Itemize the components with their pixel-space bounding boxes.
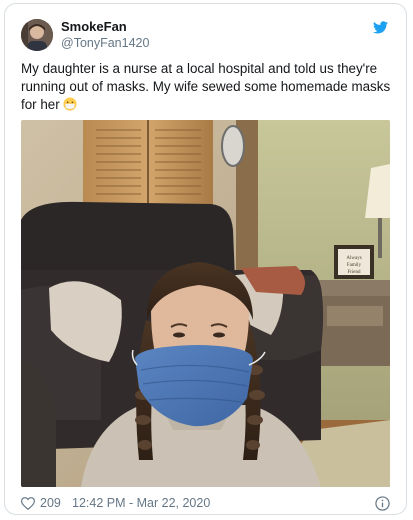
timestamp[interactable]: 12:42 PM - Mar 22, 2020 bbox=[72, 496, 210, 510]
tweet-text: My daughter is a nurse at a local hospit… bbox=[21, 60, 391, 114]
user-handle[interactable]: @TonyFan1420 bbox=[61, 36, 149, 50]
frame-text: Always bbox=[346, 256, 361, 261]
like-count: 209 bbox=[40, 496, 61, 510]
face-with-medical-mask-emoji bbox=[63, 97, 77, 111]
tweet-card: SmokeFan @TonyFan1420 My daughter is a n… bbox=[4, 3, 407, 515]
avatar[interactable] bbox=[21, 19, 53, 51]
info-icon[interactable] bbox=[375, 496, 390, 511]
tweet-photo[interactable]: Always Family Friend bbox=[21, 120, 390, 487]
svg-text:Friend: Friend bbox=[347, 270, 361, 275]
tweet-footer: 209 12:42 PM - Mar 22, 2020 bbox=[21, 495, 391, 513]
twitter-logo-icon[interactable] bbox=[373, 21, 388, 34]
heart-icon[interactable] bbox=[21, 497, 35, 510]
tweet-photo-image: Always Family Friend bbox=[21, 120, 390, 487]
avatar-image bbox=[21, 19, 53, 51]
display-name[interactable]: SmokeFan bbox=[61, 19, 127, 34]
svg-text:Family: Family bbox=[347, 263, 362, 268]
